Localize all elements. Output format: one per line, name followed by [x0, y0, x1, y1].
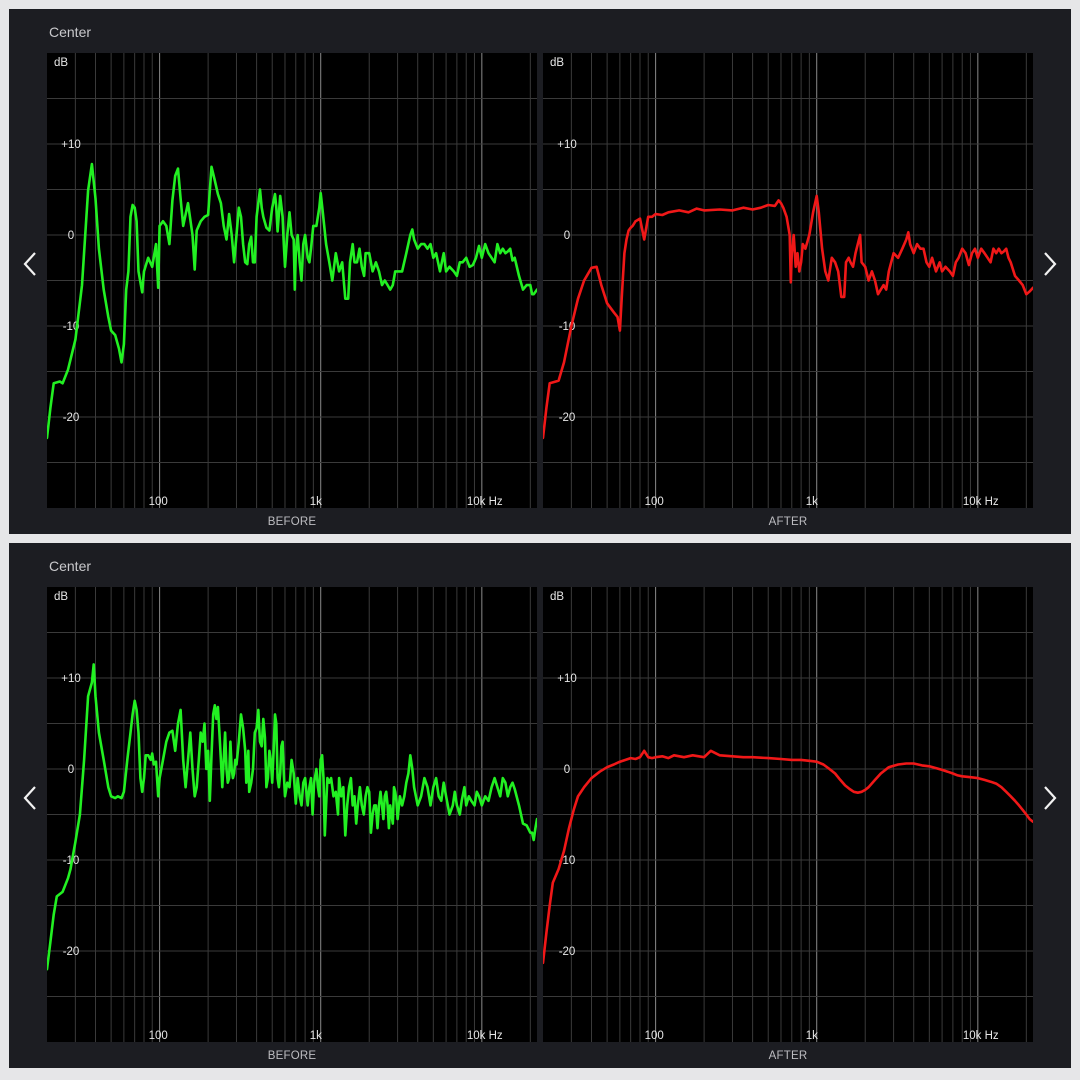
after-plot: dB +10 0 -10 -20 100 1k 10k Hz	[543, 587, 1033, 1042]
after-caption: AFTER	[768, 1050, 808, 1062]
previous-button[interactable]	[17, 781, 43, 815]
x-tick-label: 1k	[310, 1030, 322, 1042]
x-tick-label: 10k Hz	[467, 1030, 503, 1042]
y-tick-label: +10	[61, 673, 81, 685]
previous-button[interactable]	[17, 247, 43, 281]
before-caption: BEFORE	[267, 516, 317, 528]
y-tick-label: 0	[68, 764, 74, 776]
next-button[interactable]	[1037, 781, 1063, 815]
chevron-left-icon	[23, 252, 36, 276]
x-tick-label: 100	[149, 1030, 168, 1042]
x-tick-label: 1k	[806, 1030, 818, 1042]
chevron-right-icon	[1044, 786, 1057, 810]
x-tick-label: 1k	[806, 496, 818, 508]
y-tick-label: 0	[564, 764, 570, 776]
before-plot: dB +10 0 -10 -20 100 1k 10k Hz	[47, 53, 537, 508]
card-title: Center	[49, 24, 92, 40]
y-tick-label: 0	[564, 230, 570, 242]
y-tick-label: +10	[557, 673, 577, 685]
frequency-response-chart: dB+100-10-20100 1k 10k Hz	[47, 587, 537, 1042]
frequency-response-chart: dB+100-10-20100 1k 10k Hz	[47, 53, 537, 508]
y-tick-label: -20	[63, 946, 80, 958]
y-unit-label: dB	[550, 57, 564, 69]
y-tick-label: -20	[559, 412, 576, 424]
chevron-left-icon	[23, 786, 36, 810]
card-title: Center	[49, 558, 92, 574]
frequency-response-chart: dB+100-10-20100 1k 10k Hz	[543, 53, 1033, 508]
after-caption: AFTER	[768, 516, 808, 528]
x-tick-label: 10k Hz	[963, 496, 999, 508]
chevron-right-icon	[1044, 252, 1057, 276]
y-tick-label: -20	[63, 412, 80, 424]
y-tick-label: -20	[559, 946, 576, 958]
y-unit-label: dB	[54, 57, 68, 69]
next-button[interactable]	[1037, 247, 1063, 281]
x-tick-label: 100	[149, 496, 168, 508]
after-plot: dB +10 0 -10 -20 100 1k 10k Hz	[543, 53, 1033, 508]
x-tick-label: 1k	[310, 496, 322, 508]
analyzer-card-1: Center dB +10 0 -10 -20 100 1k 10k Hz BEFORE dB…	[9, 9, 1071, 534]
x-tick-label: 10k Hz	[467, 496, 503, 508]
y-unit-label: dB	[54, 591, 68, 603]
x-tick-label: 100	[645, 496, 664, 508]
before-caption: BEFORE	[267, 1050, 317, 1062]
y-tick-label: 0	[68, 230, 74, 242]
x-tick-label: 100	[645, 1030, 664, 1042]
analyzer-card-2: Center dB +10 0 -10 -20 100 1k 10k Hz BEFORE dB…	[9, 543, 1071, 1068]
x-tick-label: 10k Hz	[963, 1030, 999, 1042]
frequency-response-chart: dB+100-10-20100 1k 10k Hz	[543, 587, 1033, 1042]
y-unit-label: dB	[550, 591, 564, 603]
y-tick-label: +10	[557, 139, 577, 151]
before-plot: dB +10 0 -10 -20 100 1k 10k Hz	[47, 587, 537, 1042]
y-tick-label: +10	[61, 139, 81, 151]
